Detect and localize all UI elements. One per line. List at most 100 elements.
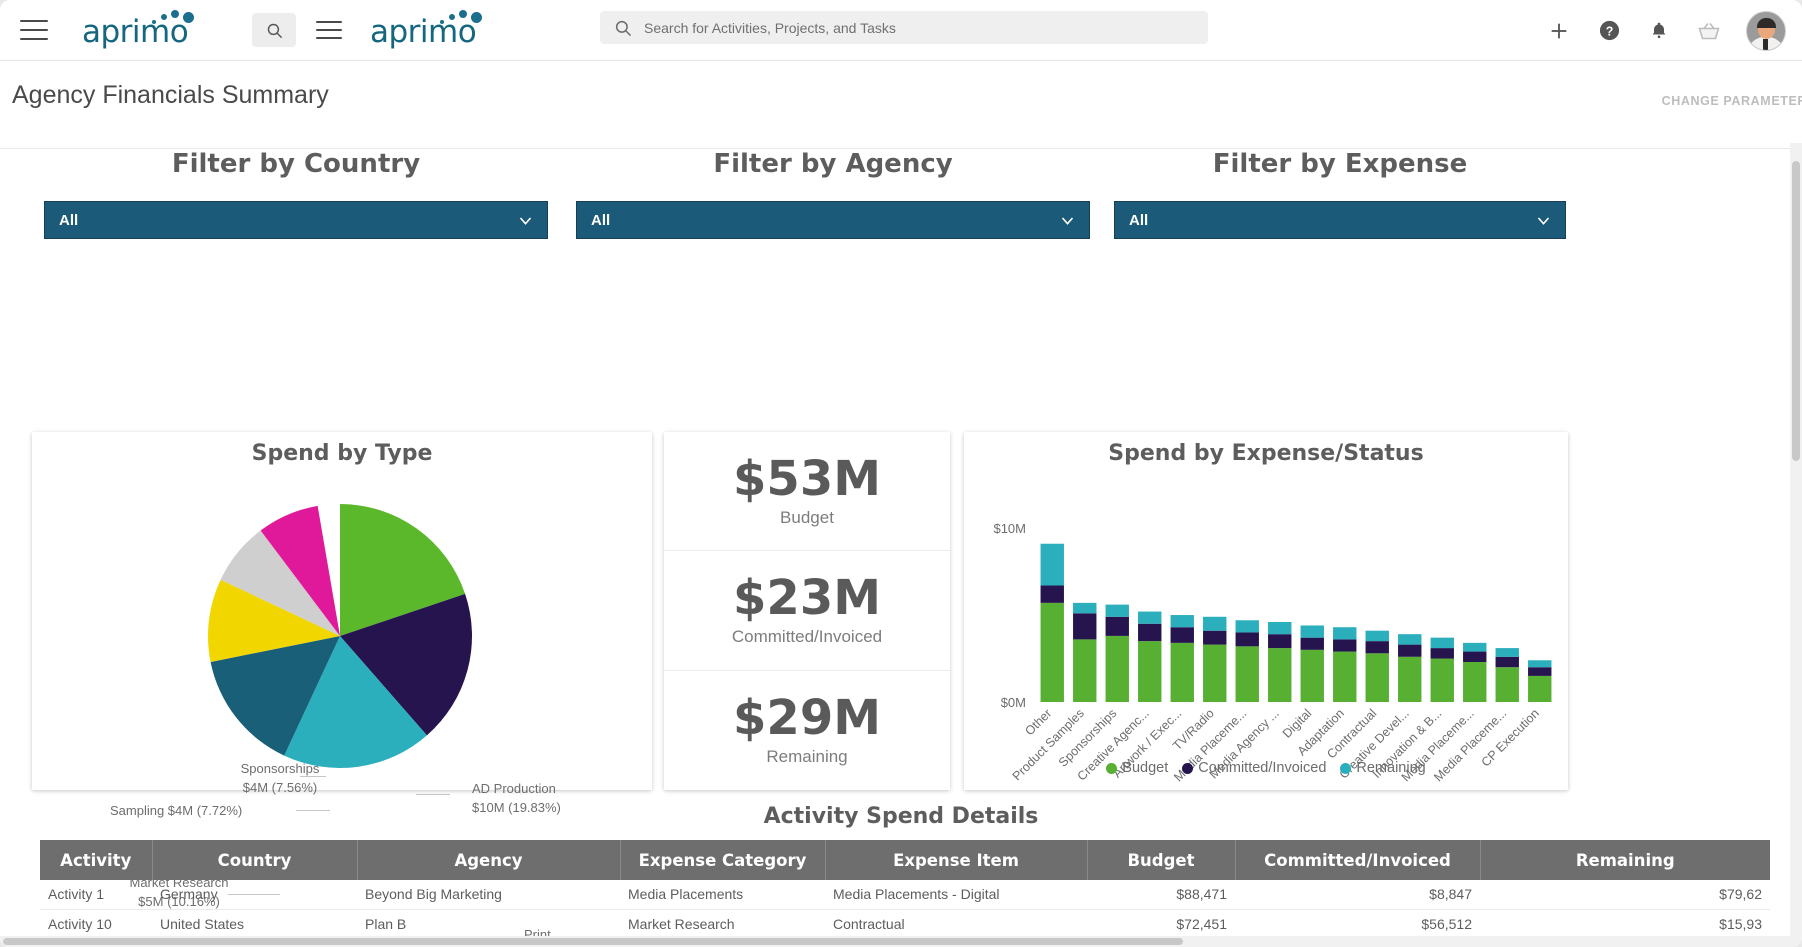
legend-label-committed: Committed/Invoiced	[1198, 760, 1327, 776]
table-header-country[interactable]: Country	[152, 840, 358, 880]
bar-segment-9-2[interactable]	[1333, 627, 1357, 640]
vertical-scrollbar[interactable]	[1790, 143, 1802, 947]
basket-icon[interactable]	[1696, 18, 1722, 44]
kpi-remaining-label: Remaining	[766, 746, 848, 766]
horizontal-scrollbar[interactable]	[0, 936, 1790, 947]
filter-country-dropdown[interactable]: All	[44, 201, 548, 239]
bar-segment-0-1[interactable]	[1040, 585, 1064, 603]
bar-segment-15-0[interactable]	[1528, 675, 1552, 702]
bar-segment-1-1[interactable]	[1073, 613, 1097, 640]
bar-segment-2-0[interactable]	[1105, 635, 1129, 702]
bar-segment-13-0[interactable]	[1463, 662, 1487, 702]
table-header-activity[interactable]: Activity	[40, 840, 153, 880]
legend-item-committed[interactable]: Committed/Invoiced	[1182, 760, 1326, 776]
bar-segment-4-0[interactable]	[1170, 642, 1194, 702]
search-input[interactable]: Search for Activities, Projects, and Tas…	[644, 20, 896, 36]
bar-segment-5-0[interactable]	[1203, 644, 1227, 702]
table-cell: Plan B	[357, 909, 620, 939]
legend-item-remaining[interactable]: Remaining	[1340, 760, 1426, 776]
table-header-committed-invoiced[interactable]: Committed/Invoiced	[1235, 840, 1481, 880]
change-parameters-button[interactable]: CHANGE PARAMETERS	[1662, 94, 1802, 108]
bar-segment-10-0[interactable]	[1365, 653, 1389, 702]
bar-segment-8-1[interactable]	[1300, 637, 1324, 650]
vertical-scrollbar-thumb[interactable]	[1792, 161, 1800, 461]
bar-segment-4-1[interactable]	[1170, 627, 1194, 643]
aprimo-logo[interactable]: aprimo	[82, 10, 200, 50]
bar-segment-14-2[interactable]	[1495, 648, 1519, 657]
logo-text: aprimo	[82, 14, 189, 50]
bar-segment-12-2[interactable]	[1430, 637, 1454, 649]
horizontal-scrollbar-thumb[interactable]	[3, 938, 1183, 945]
bar-segment-6-1[interactable]	[1235, 632, 1259, 647]
table-cell: Activity 10	[40, 909, 152, 939]
bar-segment-3-0[interactable]	[1138, 641, 1162, 702]
hamburger-icon-secondary[interactable]	[316, 21, 342, 39]
activity-spend-details-table[interactable]: Activity Country Agency Expense Category Exp…	[40, 840, 1770, 947]
kpi-remaining-value: $29M	[733, 689, 881, 746]
hamburger-icon[interactable]	[20, 20, 48, 40]
spend-by-expense-status-bar-chart[interactable]: $0M$10MOtherProduct SamplesSponsorshipsC…	[964, 466, 1568, 790]
filter-expense-value: All	[1129, 211, 1149, 229]
table-header-agency[interactable]: Agency	[357, 840, 621, 880]
bar-segment-8-2[interactable]	[1300, 625, 1324, 638]
bar-segment-2-2[interactable]	[1105, 604, 1129, 617]
bar-segment-9-1[interactable]	[1333, 639, 1357, 652]
table-row[interactable]: Activity 10 United States Plan B Market Res…	[40, 909, 1770, 939]
search-icon	[267, 23, 282, 38]
bar-segment-15-2[interactable]	[1528, 660, 1552, 668]
bar-segment-10-1[interactable]	[1365, 641, 1389, 654]
spend-by-expense-status-panel: Spend by Expense/Status $0M $10M Other Prod…	[964, 432, 1568, 790]
bar-segment-3-1[interactable]	[1138, 623, 1162, 642]
bar-segment-6-2[interactable]	[1235, 620, 1259, 633]
table-header-budget[interactable]: Budget	[1087, 840, 1236, 880]
user-avatar[interactable]	[1746, 10, 1786, 51]
bar-segment-14-0[interactable]	[1495, 667, 1519, 702]
bar-segment-5-1[interactable]	[1203, 630, 1227, 645]
bar-segment-15-1[interactable]	[1528, 667, 1552, 676]
table-cell: $8,847	[1235, 880, 1480, 910]
filter-agency-dropdown[interactable]: All	[576, 201, 1090, 239]
spend-by-type-pie-chart[interactable]	[32, 464, 652, 784]
bar-segment-13-1[interactable]	[1463, 651, 1487, 662]
table-header-expense-item[interactable]: Expense Item	[825, 840, 1088, 880]
bar-segment-6-0[interactable]	[1235, 646, 1259, 702]
bar-segment-13-2[interactable]	[1463, 642, 1487, 652]
bar-segment-0-2[interactable]	[1040, 543, 1064, 586]
bar-segment-12-1[interactable]	[1430, 648, 1454, 659]
table-row[interactable]: Activity 1 Germany Beyond Big Marketing Med…	[40, 880, 1770, 910]
bar-segment-7-2[interactable]	[1268, 622, 1292, 635]
filter-expense-dropdown[interactable]: All	[1114, 201, 1566, 239]
bar-segment-11-1[interactable]	[1398, 644, 1422, 657]
bar-segment-0-0[interactable]	[1040, 602, 1064, 702]
bar-segment-8-0[interactable]	[1300, 649, 1324, 702]
bar-segment-2-1[interactable]	[1105, 616, 1129, 636]
bar-segment-10-2[interactable]	[1365, 630, 1389, 642]
legend-swatch-remaining	[1340, 762, 1352, 774]
table-header-expense-category[interactable]: Expense Category	[620, 840, 826, 880]
bar-segment-14-1[interactable]	[1495, 656, 1519, 668]
aprimo-logo-secondary[interactable]: aprimo	[370, 10, 488, 50]
bar-segment-11-0[interactable]	[1398, 656, 1422, 702]
bar-segment-4-2[interactable]	[1170, 615, 1194, 628]
bar-segment-1-2[interactable]	[1073, 602, 1097, 614]
search-icon-button[interactable]	[252, 13, 296, 47]
global-search-bar[interactable]: Search for Activities, Projects, and Tas…	[600, 11, 1208, 44]
notifications-icon[interactable]	[1646, 18, 1672, 44]
help-icon[interactable]: ?	[1596, 18, 1622, 44]
bar-segment-1-0[interactable]	[1073, 639, 1097, 702]
add-icon[interactable]	[1546, 18, 1572, 44]
spend-by-type-title: Spend by Type	[251, 441, 433, 466]
bar-segment-7-0[interactable]	[1268, 648, 1292, 702]
table-cell: $88,471	[1087, 880, 1235, 910]
bar-segment-5-2[interactable]	[1203, 616, 1227, 631]
bar-segment-3-2[interactable]	[1138, 611, 1162, 624]
legend-item-budget[interactable]: Budget	[1106, 760, 1168, 776]
logo-dot-3	[171, 10, 179, 18]
bar-segment-11-2[interactable]	[1398, 634, 1422, 645]
table-header-remaining[interactable]: Remaining	[1480, 840, 1770, 880]
svg-text:?: ?	[1605, 24, 1613, 38]
bar-segment-12-0[interactable]	[1430, 658, 1454, 702]
bar-segment-9-0[interactable]	[1333, 651, 1357, 702]
kpi-committed: $23M Committed/Invoiced	[664, 551, 950, 671]
bar-segment-7-1[interactable]	[1268, 634, 1292, 649]
